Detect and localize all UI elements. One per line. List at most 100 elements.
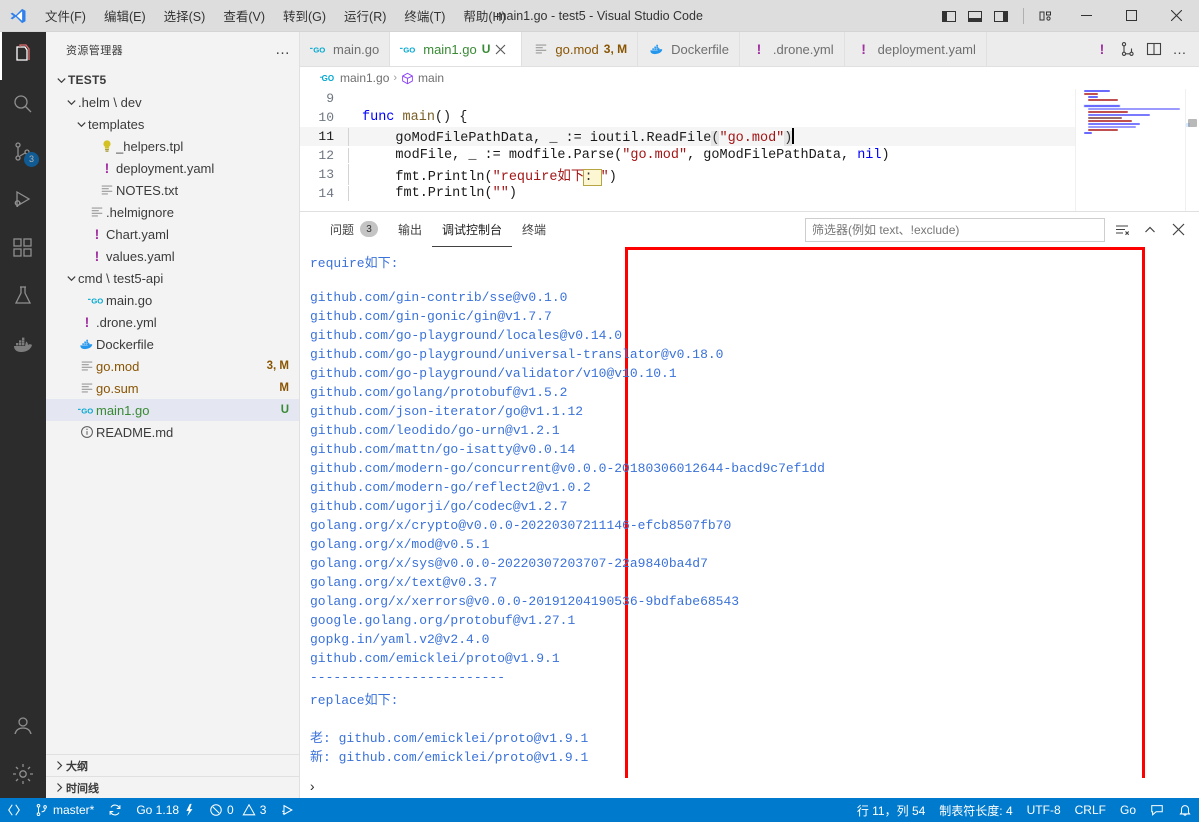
panel-tab-count: 3 <box>360 221 379 237</box>
code-line[interactable]: 12 modFile, _ := modfile.Parse("go.mod",… <box>300 146 1075 165</box>
minimap[interactable] <box>1075 89 1185 211</box>
editor-tab[interactable]: ! .drone.yml <box>739 32 845 66</box>
more-actions-icon[interactable]: … <box>1169 38 1191 60</box>
yaml-icon: ! <box>104 160 110 176</box>
activity-bar: 3 <box>0 32 46 798</box>
tree-item[interactable]: NOTES.txt <box>46 179 299 201</box>
maximize-button[interactable] <box>1109 0 1154 32</box>
activity-source-control[interactable]: 3 <box>0 128 46 176</box>
minimap-line <box>1084 132 1092 134</box>
customize-layout-icon[interactable] <box>1036 6 1056 26</box>
tree-item[interactable]: _helpers.tpl <box>46 135 299 157</box>
status-sync[interactable] <box>101 798 129 822</box>
activity-explorer[interactable] <box>0 32 46 80</box>
panel-tab[interactable]: 问题 3 <box>320 212 388 247</box>
toggle-primary-sidebar-icon[interactable] <box>939 6 959 26</box>
status-encoding[interactable]: UTF-8 <box>1020 803 1068 817</box>
activity-accounts[interactable] <box>0 702 46 750</box>
toggle-secondary-sidebar-icon[interactable] <box>991 6 1011 26</box>
tree-item[interactable]: GO main1.go U <box>46 399 299 421</box>
breadcrumb-symbol[interactable]: main <box>401 71 444 85</box>
console-prompt[interactable]: › <box>300 778 1199 798</box>
status-go-version[interactable]: Go 1.18 <box>129 798 202 822</box>
clear-console-icon[interactable] <box>1111 219 1133 241</box>
editor-tab[interactable]: go.mod 3, M <box>522 32 639 66</box>
activity-manage-gear[interactable] <box>0 750 46 798</box>
split-editor-icon[interactable] <box>1143 38 1165 60</box>
panel-tab[interactable]: 终端 <box>512 212 556 247</box>
code-line[interactable]: 13 fmt.Println("require如下: ") <box>300 164 1075 186</box>
tree-item[interactable]: TEST5 <box>46 69 299 91</box>
menu-terminal[interactable]: 终端(T) <box>395 0 454 31</box>
code-line[interactable]: 11 goModFilePathData, _ := ioutil.ReadFi… <box>300 127 1075 146</box>
activity-search[interactable] <box>0 80 46 128</box>
minimize-button[interactable] <box>1064 0 1109 32</box>
tree-item[interactable]: .helmignore <box>46 201 299 223</box>
sidebar-section-outline[interactable]: 大纲 <box>46 754 299 776</box>
sidebar-section-timeline[interactable]: 时间线 <box>46 776 299 798</box>
code-line[interactable]: 14 fmt.Println("") <box>300 184 1075 203</box>
toggle-panel-icon[interactable] <box>965 6 985 26</box>
status-eol[interactable]: CRLF <box>1068 803 1113 817</box>
warning-exclamation-icon[interactable]: ! <box>1091 38 1113 60</box>
status-remote[interactable] <box>0 798 28 822</box>
editor-tab[interactable]: ! deployment.yaml <box>844 32 987 66</box>
activity-testing[interactable] <box>0 272 46 320</box>
sidebar-more-icon[interactable]: … <box>275 41 291 58</box>
status-language-mode[interactable]: Go <box>1113 803 1143 817</box>
minimap-line <box>1088 123 1140 125</box>
activity-run-and-debug[interactable] <box>0 176 46 224</box>
tree-item[interactable]: .helm \ dev <box>46 91 299 113</box>
tree-item[interactable]: templates <box>46 113 299 135</box>
status-notifications-bell-icon[interactable] <box>1171 803 1199 817</box>
tree-item[interactable]: ! values.yaml <box>46 245 299 267</box>
status-problems[interactable]: 0 3 <box>202 798 273 822</box>
code-lines[interactable]: 9 10 func main() {11 goModFilePathData, _ … <box>300 89 1075 211</box>
menu-file[interactable]: 文件(F) <box>36 0 95 31</box>
tree-item[interactable]: ! deployment.yaml <box>46 157 299 179</box>
tree-item[interactable]: GO main.go <box>46 289 299 311</box>
status-launch[interactable] <box>273 798 302 822</box>
status-indentation[interactable]: 制表符长度: 4 <box>932 802 1019 819</box>
tab-close-icon[interactable] <box>495 44 511 55</box>
code-editor[interactable]: 9 10 func main() {11 goModFilePathData, _ … <box>300 89 1199 211</box>
panel-tab[interactable]: 输出 <box>388 212 432 247</box>
chevron-up-icon[interactable] <box>1139 219 1161 241</box>
breadcrumb-file[interactable]: GO main1.go <box>320 71 389 85</box>
tree-item[interactable]: ! .drone.yml <box>46 311 299 333</box>
code-line[interactable]: 9 <box>300 89 1075 108</box>
status-feedback[interactable] <box>1143 803 1171 817</box>
activity-extensions[interactable] <box>0 224 46 272</box>
menu-selection[interactable]: 选择(S) <box>155 0 215 31</box>
menu-run[interactable]: 运行(R) <box>335 0 395 31</box>
status-cursor-position[interactable]: 行 11，列 54 <box>850 802 932 819</box>
editor-tab[interactable]: GO main.go <box>300 32 391 66</box>
status-branch[interactable]: master* <box>28 798 101 822</box>
title-divider <box>1023 7 1024 24</box>
menu-help[interactable]: 帮助(H) <box>454 0 514 31</box>
editor-tab[interactable]: Dockerfile <box>638 32 740 66</box>
menu-view[interactable]: 查看(V) <box>214 0 274 31</box>
activity-docker[interactable] <box>0 320 46 368</box>
tree-item[interactable]: Dockerfile <box>46 333 299 355</box>
tree-item[interactable]: ! Chart.yaml <box>46 223 299 245</box>
run-split-icon[interactable] <box>1117 38 1139 60</box>
tree-item[interactable]: cmd \ test5-api <box>46 267 299 289</box>
close-icon[interactable] <box>1167 219 1189 241</box>
tree-item[interactable]: go.sum M <box>46 377 299 399</box>
minimap-line <box>1088 129 1118 131</box>
tree-item[interactable]: README.md <box>46 421 299 443</box>
menu-go[interactable]: 转到(G) <box>274 0 335 31</box>
editor-scrollbar[interactable] <box>1185 89 1199 211</box>
editor-group: GO main.go GO main1.go Ugo.mod 3, M Dockerfile… <box>300 32 1199 798</box>
panel-tab[interactable]: 调试控制台 <box>432 212 513 247</box>
filter-input[interactable]: 筛选器(例如 text、!exclude) <box>805 217 1105 242</box>
code-line[interactable]: 10 func main() { <box>300 108 1075 127</box>
tree-item[interactable]: go.mod 3, M <box>46 355 299 377</box>
debug-console[interactable]: require如下: github.com/gin-contrib/sse@v0.… <box>300 247 1199 778</box>
console-output[interactable]: require如下: github.com/gin-contrib/sse@v0.… <box>300 247 1199 765</box>
close-button[interactable] <box>1154 0 1199 32</box>
menu-edit[interactable]: 编辑(E) <box>95 0 155 31</box>
editor-tab[interactable]: GO main1.go U <box>390 32 523 66</box>
editor-scroll-thumb[interactable] <box>1188 119 1197 127</box>
